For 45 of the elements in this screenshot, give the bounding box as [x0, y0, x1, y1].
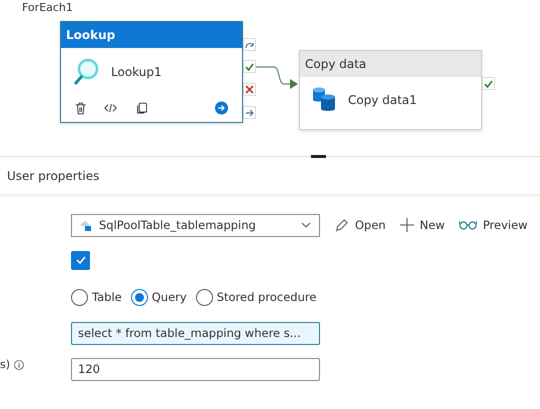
code-icon[interactable] — [104, 102, 118, 114]
checkmark-icon — [484, 80, 493, 88]
timeout-field[interactable]: 120 — [71, 358, 320, 380]
activity-node[interactable]: Lookup Lookup1 — [60, 21, 243, 123]
success-port[interactable] — [482, 77, 495, 90]
magnifier-icon — [73, 58, 99, 86]
dataset-value: SqlPoolTable_tablemapping — [99, 218, 257, 232]
properties-tab[interactable]: User properties — [7, 168, 100, 182]
connector-arrow — [256, 64, 299, 90]
activity-name: Lookup1 — [111, 65, 162, 79]
checkbox[interactable] — [71, 250, 90, 270]
activity-type: Copy data — [300, 51, 481, 77]
radio-option[interactable]: Stored procedure — [196, 288, 316, 306]
chevron-down-icon — [301, 222, 311, 228]
delete-icon[interactable] — [75, 100, 86, 116]
plus-icon — [400, 218, 414, 232]
radio-option[interactable]: Table — [71, 288, 122, 306]
completion-port[interactable] — [243, 106, 256, 119]
arrow-circle-icon[interactable] — [214, 100, 228, 116]
skip-arrow-icon — [245, 40, 254, 48]
cross-icon — [245, 85, 254, 94]
activity-type: Lookup — [61, 22, 242, 48]
right-arrow-icon — [245, 108, 254, 116]
activity-name: Copy data1 — [348, 93, 417, 107]
query-field[interactable]: select * from table_mapping where s... — [71, 322, 320, 344]
action-link[interactable]: Preview — [458, 218, 528, 232]
radio-option[interactable]: Query — [130, 288, 187, 306]
failure-port[interactable] — [243, 83, 256, 96]
timeout-label: s) — [0, 358, 10, 371]
success-port[interactable] — [243, 60, 256, 73]
pipeline-title: ForEach1 — [22, 1, 73, 14]
skip-port[interactable] — [243, 38, 256, 51]
pencil-icon — [334, 218, 349, 232]
info-icon — [14, 360, 24, 370]
checkmark-icon — [245, 62, 254, 70]
action-link[interactable]: New — [400, 218, 445, 232]
database-icon — [312, 87, 336, 113]
checkmark-icon — [76, 256, 86, 264]
action-link[interactable]: Open — [334, 218, 386, 232]
resize-handle[interactable] — [311, 155, 326, 158]
glasses-icon — [458, 220, 477, 230]
sql-table-icon — [80, 220, 91, 230]
copy-icon[interactable] — [136, 100, 147, 116]
activity-node[interactable]: Copy data Copy data1 — [299, 50, 482, 130]
dataset-dropdown[interactable]: SqlPoolTable_tablemapping — [71, 214, 320, 236]
